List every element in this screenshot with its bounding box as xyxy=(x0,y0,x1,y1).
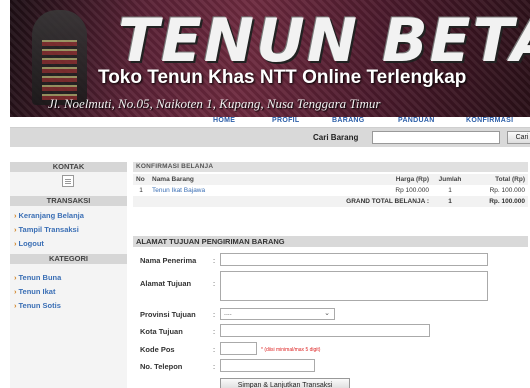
nama-penerima-label: Nama Penerima xyxy=(140,256,197,265)
cart-header: KONFIRMASI BELANJA xyxy=(133,162,528,172)
kode-pos-hint: * (diisi minimal/max 5 digit) xyxy=(261,347,321,353)
search-bar: Cari Barang Cari xyxy=(10,128,530,147)
transaksi-header: TRANSAKSI xyxy=(10,196,127,206)
nav-konfirmasi[interactable]: KONFIRMASI xyxy=(466,117,513,124)
chevron-right-icon: › xyxy=(14,225,17,234)
sidebar-item-tampil-transaksi[interactable]: › Tampil Transaksi xyxy=(14,225,79,234)
chevron-right-icon: › xyxy=(14,287,17,296)
colon: : xyxy=(213,327,216,336)
document-icon[interactable] xyxy=(62,175,74,187)
col-total: Total (Rp) xyxy=(468,174,528,185)
table-row: 1 Tenun Ikat Bajawa Rp 100.000 1 Rp. 100… xyxy=(133,185,528,196)
site-banner: TENUN BETA Toko Tenun Khas NTT Online Te… xyxy=(10,0,530,117)
provinsi-select[interactable]: .... ⌄ xyxy=(220,308,335,320)
kota-tujuan-label: Kota Tujuan xyxy=(140,327,183,336)
row-no: 1 xyxy=(139,187,143,194)
provinsi-tujuan-label: Provinsi Tujuan xyxy=(140,310,196,319)
no-telepon-label: No. Telepon xyxy=(140,362,183,371)
cart-table: No Nama Barang Harga (Rp) Jumlah Total (… xyxy=(133,174,528,207)
grand-total-value: Rp. 100.000 xyxy=(468,196,528,207)
sidebar-item-logout[interactable]: › Logout xyxy=(14,239,44,248)
chevron-right-icon: › xyxy=(14,301,17,310)
submit-button[interactable]: Simpan & Lanjutkan Transaksi xyxy=(220,378,350,388)
grand-total-row: GRAND TOTAL BELANJA : 1 Rp. 100.000 xyxy=(133,196,528,207)
chevron-right-icon: › xyxy=(14,273,17,282)
nav-barang[interactable]: BARANG xyxy=(332,117,365,124)
sidebar-item-label: Logout xyxy=(18,239,44,248)
sidebar-item-label: Tenun Ikat xyxy=(18,287,56,296)
colon: : xyxy=(213,256,216,265)
col-harga: Harga (Rp) xyxy=(352,174,432,185)
chevron-right-icon: › xyxy=(14,239,17,248)
colon: : xyxy=(213,345,216,354)
sidebar-item-label: Tampil Transaksi xyxy=(18,225,79,234)
mannequin-image xyxy=(32,10,87,105)
kota-tujuan-input[interactable] xyxy=(220,324,430,337)
row-qty: 1 xyxy=(448,187,452,194)
grand-total-label: GRAND TOTAL BELANJA : xyxy=(149,196,432,207)
sidebar-item-label: Tenun Buna xyxy=(18,273,62,282)
search-label: Cari Barang xyxy=(313,133,359,142)
table-header-row: No Nama Barang Harga (Rp) Jumlah Total (… xyxy=(133,174,528,185)
col-nama-barang: Nama Barang xyxy=(149,174,352,185)
kode-pos-input[interactable] xyxy=(220,342,257,355)
sidebar-item-tenun-sotis[interactable]: › Tenun Sotis xyxy=(14,301,61,310)
sidebar-item-keranjang[interactable]: › Keranjang Belanja xyxy=(14,211,84,220)
row-total: Rp. 100.000 xyxy=(489,187,525,194)
search-button[interactable]: Cari xyxy=(507,131,530,144)
row-item-name[interactable]: Tenun Ikat Bajawa xyxy=(149,185,352,196)
colon: : xyxy=(213,310,216,319)
nama-penerima-input[interactable] xyxy=(220,253,488,266)
main-nav: HOME PROFIL BARANG PANDUAN KONFIRMASI xyxy=(10,117,530,128)
sidebar: KONTAK TRANSAKSI › Keranjang Belanja › Tam… xyxy=(10,162,127,388)
search-input[interactable] xyxy=(372,131,500,144)
sidebar-item-label: Keranjang Belanja xyxy=(18,211,84,220)
grand-total-qty: 1 xyxy=(432,196,468,207)
dropdown-arrow-icon: ⌄ xyxy=(324,310,330,317)
kategori-header: KATEGORI xyxy=(10,254,127,264)
nav-home[interactable]: HOME xyxy=(213,117,235,124)
sidebar-item-label: Tenun Sotis xyxy=(18,301,61,310)
store-address: Jl. Noelmuti, No.05, Naikoten 1, Kupang,… xyxy=(48,96,381,111)
col-no: No xyxy=(133,174,149,185)
alamat-tujuan-textarea[interactable] xyxy=(220,271,488,301)
colon: : xyxy=(213,362,216,371)
sidebar-item-tenun-buna[interactable]: › Tenun Buna xyxy=(14,273,61,282)
site-logo-title: TENUN BETA xyxy=(118,6,530,76)
address-header: ALAMAT TUJUAN PENGIRIMAN BARANG xyxy=(133,236,528,247)
alamat-tujuan-label: Alamat Tujuan xyxy=(140,279,192,288)
sidebar-item-tenun-ikat[interactable]: › Tenun Ikat xyxy=(14,287,55,296)
no-telepon-input[interactable] xyxy=(220,359,315,372)
colon: : xyxy=(213,279,216,288)
site-tagline: Toko Tenun Khas NTT Online Terlengkap xyxy=(98,67,467,88)
row-price: Rp 100.000 xyxy=(395,187,429,194)
chevron-right-icon: › xyxy=(14,211,17,220)
col-jumlah: Jumlah xyxy=(432,174,468,185)
nav-panduan[interactable]: PANDUAN xyxy=(398,117,435,124)
kode-pos-label: Kode Pos xyxy=(140,345,175,354)
nav-profil[interactable]: PROFIL xyxy=(272,117,299,124)
provinsi-selected-value: .... xyxy=(224,310,232,317)
kontak-header: KONTAK xyxy=(10,162,127,172)
